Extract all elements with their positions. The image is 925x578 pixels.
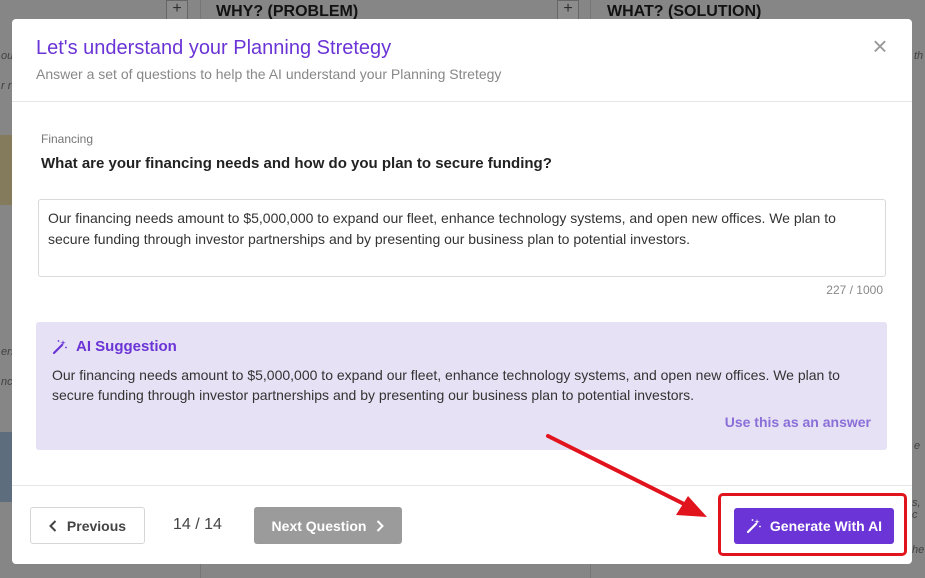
annotation-arrow-icon <box>546 434 707 517</box>
